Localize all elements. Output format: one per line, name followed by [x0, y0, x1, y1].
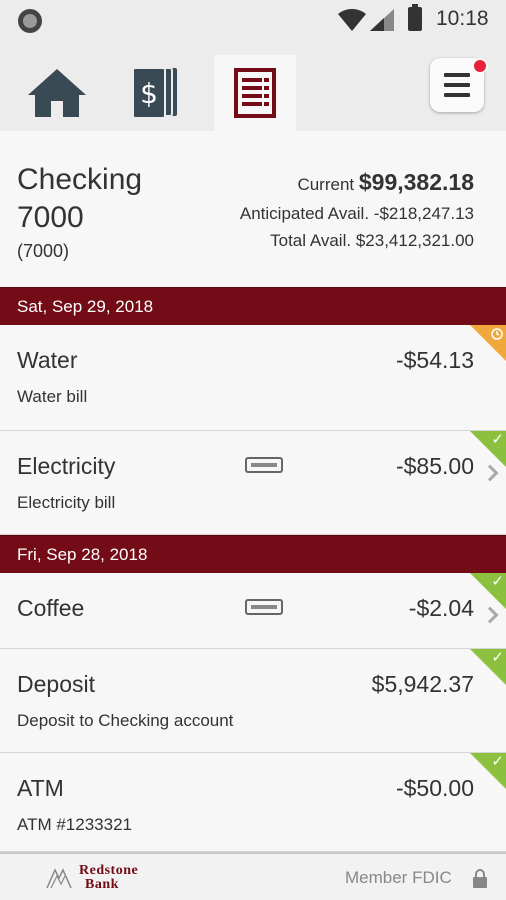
- transaction-title: Electricity: [17, 453, 116, 479]
- transaction-description: Electricity bill: [17, 493, 116, 512]
- transaction-description: ATM #1233321: [17, 815, 132, 834]
- check-icon: ✓: [491, 573, 504, 590]
- chevron-right-icon: [481, 464, 499, 482]
- check-icon: ✓: [491, 649, 504, 666]
- tab-home[interactable]: [16, 55, 98, 131]
- account-number: (7000): [17, 241, 70, 261]
- transaction-description: Water bill: [17, 387, 88, 406]
- cell-signal-icon: [370, 9, 394, 31]
- transaction-row[interactable]: Electricity Electricity bill -$85.00 ✓: [0, 431, 506, 535]
- date-header: Sat, Sep 29, 2018: [0, 287, 506, 325]
- date-header: Fri, Sep 28, 2018: [0, 535, 506, 573]
- current-balance: Current $99,382.18: [297, 169, 474, 195]
- total-balance: Total Avail. $23,412,321.00: [270, 231, 474, 250]
- total-balance-value: $23,412,321.00: [355, 231, 474, 250]
- card-icon: [245, 599, 283, 615]
- transaction-amount: -$50.00: [395, 775, 474, 801]
- tab-transfer[interactable]: $: [115, 55, 197, 131]
- current-balance-value: $99,382.18: [358, 169, 474, 195]
- clock-icon: [491, 328, 503, 340]
- money-icon: $: [132, 67, 177, 119]
- status-bar: 10:18: [0, 0, 506, 40]
- transaction-amount: $5,942.37: [371, 671, 474, 697]
- transaction-title: Deposit: [17, 671, 95, 697]
- anticipated-balance-value: -$218,247.13: [373, 204, 474, 223]
- transaction-amount: -$54.13: [395, 347, 474, 373]
- bank-logo: Redstone Bank: [45, 862, 175, 894]
- home-icon: [28, 69, 86, 117]
- lock-icon: [473, 869, 487, 888]
- transaction-title: Coffee: [17, 595, 85, 621]
- check-icon: ✓: [491, 431, 504, 448]
- transaction-amount: -$2.04: [408, 595, 474, 621]
- notification-badge: [472, 58, 488, 74]
- member-fdic-label: Member FDIC: [345, 868, 452, 887]
- notification-circle-icon: [18, 9, 42, 33]
- check-icon: ✓: [491, 753, 504, 770]
- transaction-row[interactable]: Coffee -$2.04 ✓: [0, 573, 506, 649]
- status-time: 10:18: [436, 7, 489, 30]
- footer: Redstone Bank Member FDIC: [0, 852, 506, 900]
- hamburger-menu-icon: [444, 73, 470, 77]
- transaction-row[interactable]: Water Water bill -$54.13: [0, 325, 506, 431]
- register-icon: [234, 68, 276, 118]
- bank-logo-mark-icon: [46, 868, 72, 889]
- transaction-row[interactable]: Deposit Deposit to Checking account $5,9…: [0, 649, 506, 753]
- card-icon: [245, 457, 283, 473]
- transaction-amount: -$85.00: [395, 453, 474, 479]
- transaction-title: Water: [17, 347, 78, 373]
- svg-text:$: $: [140, 77, 158, 110]
- tab-activity[interactable]: [214, 55, 296, 131]
- battery-icon: [408, 4, 422, 31]
- chevron-right-icon: [481, 606, 499, 624]
- anticipated-balance: Anticipated Avail. -$218,247.13: [239, 204, 474, 223]
- wifi-icon: [338, 9, 366, 31]
- tab-bar: $: [0, 40, 506, 131]
- account-name: Checking 7000: [17, 163, 143, 234]
- transaction-title: ATM: [17, 775, 64, 801]
- transaction-description: Deposit to Checking account: [17, 711, 234, 730]
- account-summary: Checking 7000 (7000) Current $99,382.18 …: [0, 131, 506, 287]
- transaction-row[interactable]: ATM ATM #1233321 -$50.00 ✓: [0, 753, 506, 852]
